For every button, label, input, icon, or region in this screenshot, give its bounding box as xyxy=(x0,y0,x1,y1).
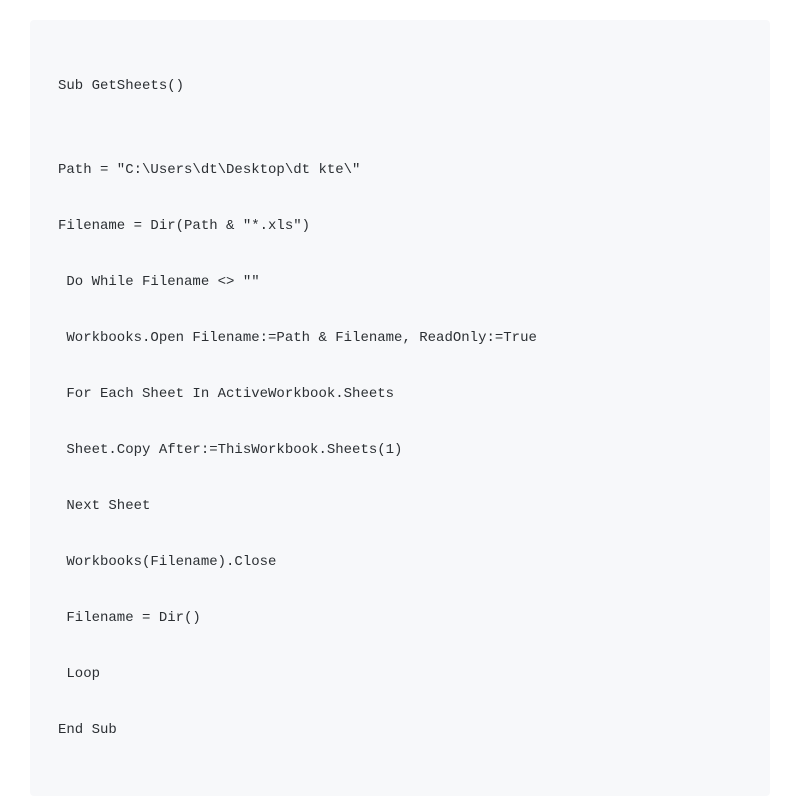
code-line: Sheet.Copy After:=ThisWorkbook.Sheets(1) xyxy=(58,436,742,464)
code-line: Do While Filename <> "" xyxy=(58,268,742,296)
code-line: Sub GetSheets() xyxy=(58,72,742,100)
code-line: End Sub xyxy=(58,716,742,744)
code-line: Next Sheet xyxy=(58,492,742,520)
code-line: Workbooks(Filename).Close xyxy=(58,548,742,576)
code-line: Filename = Dir(Path & "*.xls") xyxy=(58,212,742,240)
code-block: Sub GetSheets() Path = "C:\Users\dt\Desk… xyxy=(30,20,770,796)
code-line: Loop xyxy=(58,660,742,688)
code-line: Path = "C:\Users\dt\Desktop\dt kte\" xyxy=(58,156,742,184)
code-line: Filename = Dir() xyxy=(58,604,742,632)
code-line: Workbooks.Open Filename:=Path & Filename… xyxy=(58,324,742,352)
code-line: For Each Sheet In ActiveWorkbook.Sheets xyxy=(58,380,742,408)
